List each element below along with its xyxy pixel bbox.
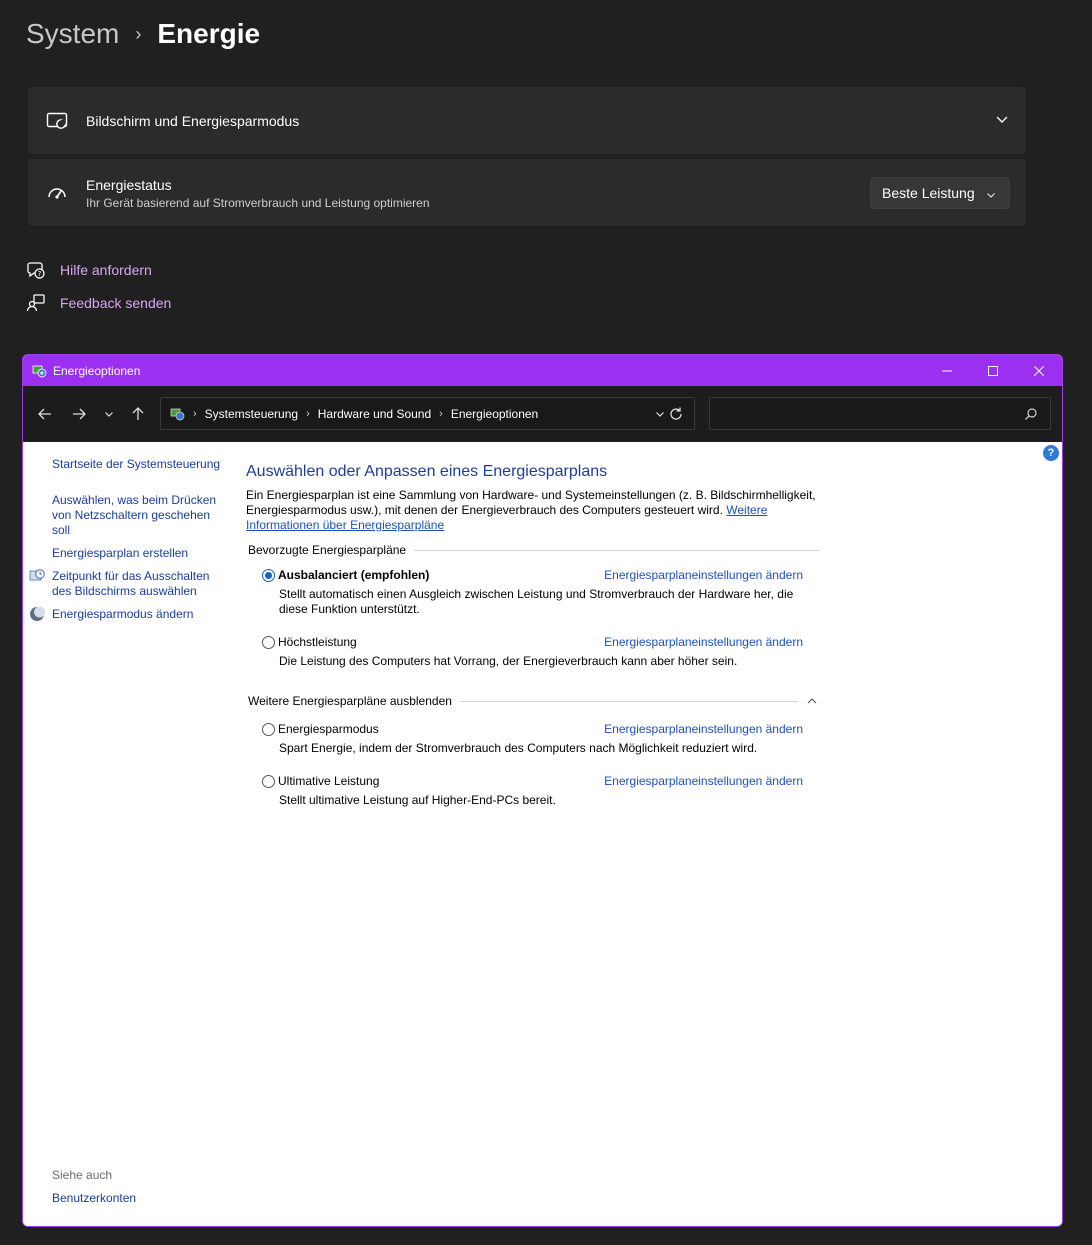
back-arrow-icon[interactable] (35, 404, 55, 424)
window-title: Energieoptionen (53, 363, 141, 378)
plan-balanced-radio[interactable] (262, 569, 275, 582)
address-crumb-control-panel[interactable]: Systemsteuerung (205, 407, 298, 421)
feedback-link-label: Feedback senden (60, 295, 172, 311)
sidebar-item-control-panel-home[interactable]: Startseite der Systemsteuerung (52, 457, 227, 472)
address-crumb-power-options[interactable]: Energieoptionen (451, 407, 538, 421)
more-plans-group[interactable]: Weitere Energiesparpläne ausblenden (248, 694, 820, 708)
power-options-window: Energieoptionen › Systemsteuerung › Hard… (22, 354, 1063, 1227)
search-icon (1024, 407, 1038, 421)
plan-balanced-settings-link[interactable]: Energiesparplaneinstellungen ändern (604, 568, 803, 582)
plan-power-saver-radio[interactable] (262, 723, 275, 736)
plan-high-performance-settings-link[interactable]: Energiesparplaneinstellungen ändern (604, 635, 803, 649)
plan-power-saver-name[interactable]: Energiesparmodus (278, 722, 379, 736)
plan-high-performance-name[interactable]: Höchstleistung (278, 635, 357, 649)
plan-balanced: Ausbalanciert (empfohlen) Energiesparpla… (262, 568, 818, 618)
help-link-label: Hilfe anfordern (60, 262, 152, 278)
display-moon-icon (46, 110, 68, 132)
plan-balanced-description: Stellt automatisch einen Ausgleich zwisc… (279, 587, 794, 616)
sidebar-item-display-off-time[interactable]: Zeitpunkt für das Ausschalten des Bildsc… (52, 569, 227, 599)
display-sleep-card[interactable]: Bildschirm und Energiesparmodus (28, 87, 1026, 154)
feedback-link[interactable]: Feedback senden (26, 293, 171, 313)
plan-balanced-name[interactable]: Ausbalanciert (empfohlen) (278, 568, 429, 582)
refresh-icon[interactable] (668, 406, 684, 422)
plan-power-saver: Energiesparmodus Energiesparplaneinstell… (262, 722, 818, 756)
gauge-icon (46, 182, 68, 204)
recent-locations-chevron-icon[interactable] (99, 404, 119, 424)
plan-power-saver-settings-link[interactable]: Energiesparplaneinstellungen ändern (604, 722, 803, 736)
plan-ultimate-performance-description: Stellt ultimative Leistung auf Higher-En… (279, 793, 556, 807)
sleep-moon-icon (29, 606, 45, 622)
plan-power-saver-description: Spart Energie, indem der Stromverbrauch … (279, 741, 758, 755)
feedback-icon (26, 293, 46, 313)
power-mode-card: Energiestatus Ihr Gerät basierend auf St… (28, 159, 1026, 226)
svg-text:?: ? (38, 270, 42, 278)
help-link[interactable]: ? Hilfe anfordern (26, 260, 152, 280)
more-plans-label: Weitere Energiesparpläne ausblenden (248, 694, 452, 708)
sidebar-item-sleep-mode[interactable]: Energiesparmodus ändern (52, 607, 227, 622)
control-panel-icon (169, 406, 185, 422)
page-heading: Auswählen oder Anpassen eines Energiespa… (246, 463, 608, 480)
breadcrumb: System › Energie (26, 18, 260, 50)
maximize-button[interactable] (970, 355, 1016, 386)
forward-arrow-icon[interactable] (69, 404, 89, 424)
plan-ultimate-performance-radio[interactable] (262, 775, 275, 788)
plan-high-performance-description: Die Leistung des Computers hat Vorrang, … (279, 654, 738, 668)
preferred-plans-group: Bevorzugte Energiesparpläne (248, 543, 820, 557)
breadcrumb-separator-icon: › (439, 407, 443, 420)
chevron-down-icon[interactable] (994, 111, 1010, 127)
navigation-bar: › Systemsteuerung › Hardware und Sound ›… (23, 386, 1062, 442)
up-arrow-icon[interactable] (128, 404, 148, 424)
address-bar[interactable]: › Systemsteuerung › Hardware und Sound ›… (160, 397, 695, 430)
see-also-label: Siehe auch (52, 1168, 113, 1182)
chevron-up-icon[interactable] (806, 695, 818, 707)
page-title: Energie (157, 18, 261, 49)
minimize-button[interactable] (924, 355, 970, 386)
help-question-icon[interactable]: ? (1043, 445, 1059, 461)
breadcrumb-system[interactable]: System (26, 18, 119, 50)
sidebar-item-power-buttons[interactable]: Auswählen, was beim Drücken von Netzscha… (52, 493, 227, 538)
help-chat-icon: ? (26, 260, 46, 280)
chevron-down-icon (985, 188, 997, 200)
breadcrumb-separator-icon: › (135, 23, 142, 44)
window-titlebar[interactable]: Energieoptionen (23, 355, 1062, 386)
plan-high-performance: Höchstleistung Energiesparplaneinstellun… (262, 635, 818, 669)
group-divider (414, 549, 820, 551)
power-mode-value: Beste Leistung (882, 185, 975, 201)
content-area: ? Startseite der Systemsteuerung Auswähl… (23, 442, 1062, 1226)
plan-ultimate-performance-name[interactable]: Ultimative Leistung (278, 774, 379, 788)
display-clock-icon (29, 568, 45, 584)
control-panel-icon (31, 363, 47, 379)
breadcrumb-separator-icon: › (306, 407, 310, 420)
sidebar-item-create-plan[interactable]: Energiesparplan erstellen (52, 546, 227, 561)
plan-ultimate-performance: Ultimative Leistung Energiesparplaneinst… (262, 774, 818, 808)
plan-ultimate-performance-settings-link[interactable]: Energiesparplaneinstellungen ändern (604, 774, 803, 788)
search-input[interactable] (709, 397, 1051, 430)
intro-text: Ein Energiesparplan ist eine Sammlung vo… (246, 488, 820, 533)
preferred-plans-label: Bevorzugte Energiesparpläne (248, 543, 407, 557)
group-divider (459, 700, 798, 702)
display-sleep-title: Bildschirm und Energiesparmodus (86, 113, 300, 129)
plan-high-performance-radio[interactable] (262, 636, 275, 649)
address-crumb-hardware-sound[interactable]: Hardware und Sound (318, 407, 431, 421)
user-accounts-link[interactable]: Benutzerkonten (52, 1191, 227, 1206)
power-mode-title: Energiestatus (86, 177, 172, 193)
close-button[interactable] (1016, 355, 1062, 386)
breadcrumb-separator-icon: › (193, 407, 197, 420)
power-mode-dropdown[interactable]: Beste Leistung (870, 177, 1010, 209)
address-history-chevron-icon[interactable] (654, 408, 666, 420)
power-mode-description: Ihr Gerät basierend auf Stromverbrauch u… (86, 196, 430, 210)
